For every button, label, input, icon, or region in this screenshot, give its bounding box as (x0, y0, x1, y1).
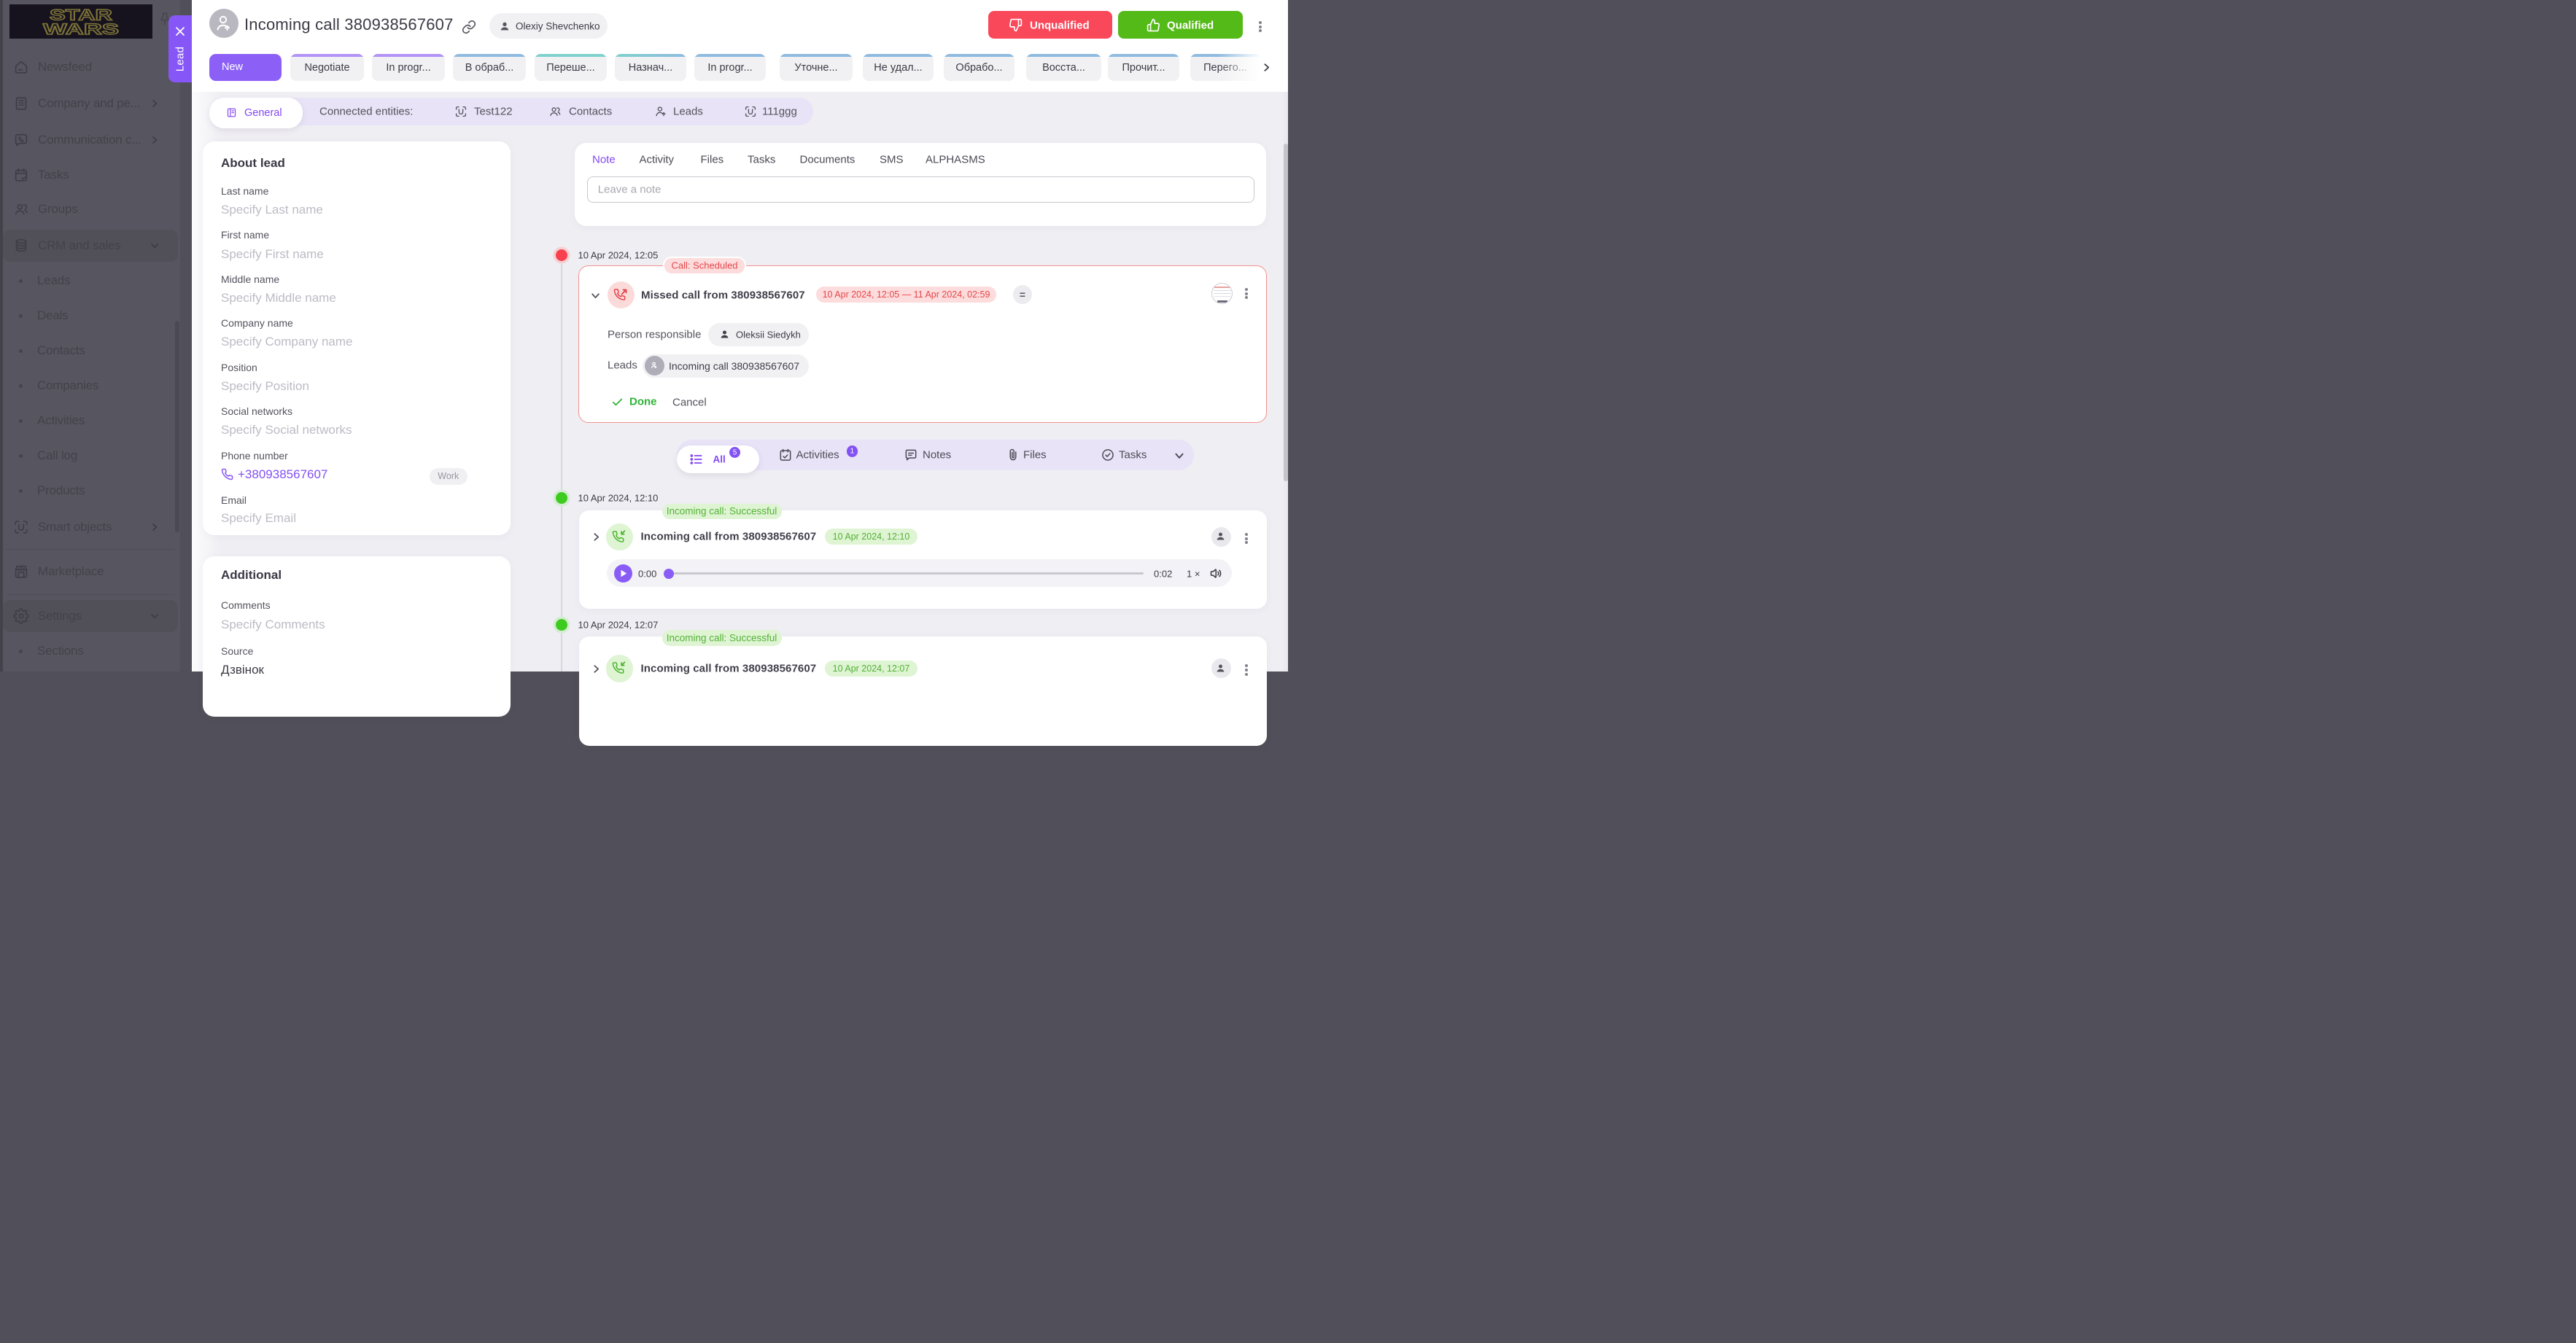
svg-text:WARS: WARS (43, 21, 119, 38)
